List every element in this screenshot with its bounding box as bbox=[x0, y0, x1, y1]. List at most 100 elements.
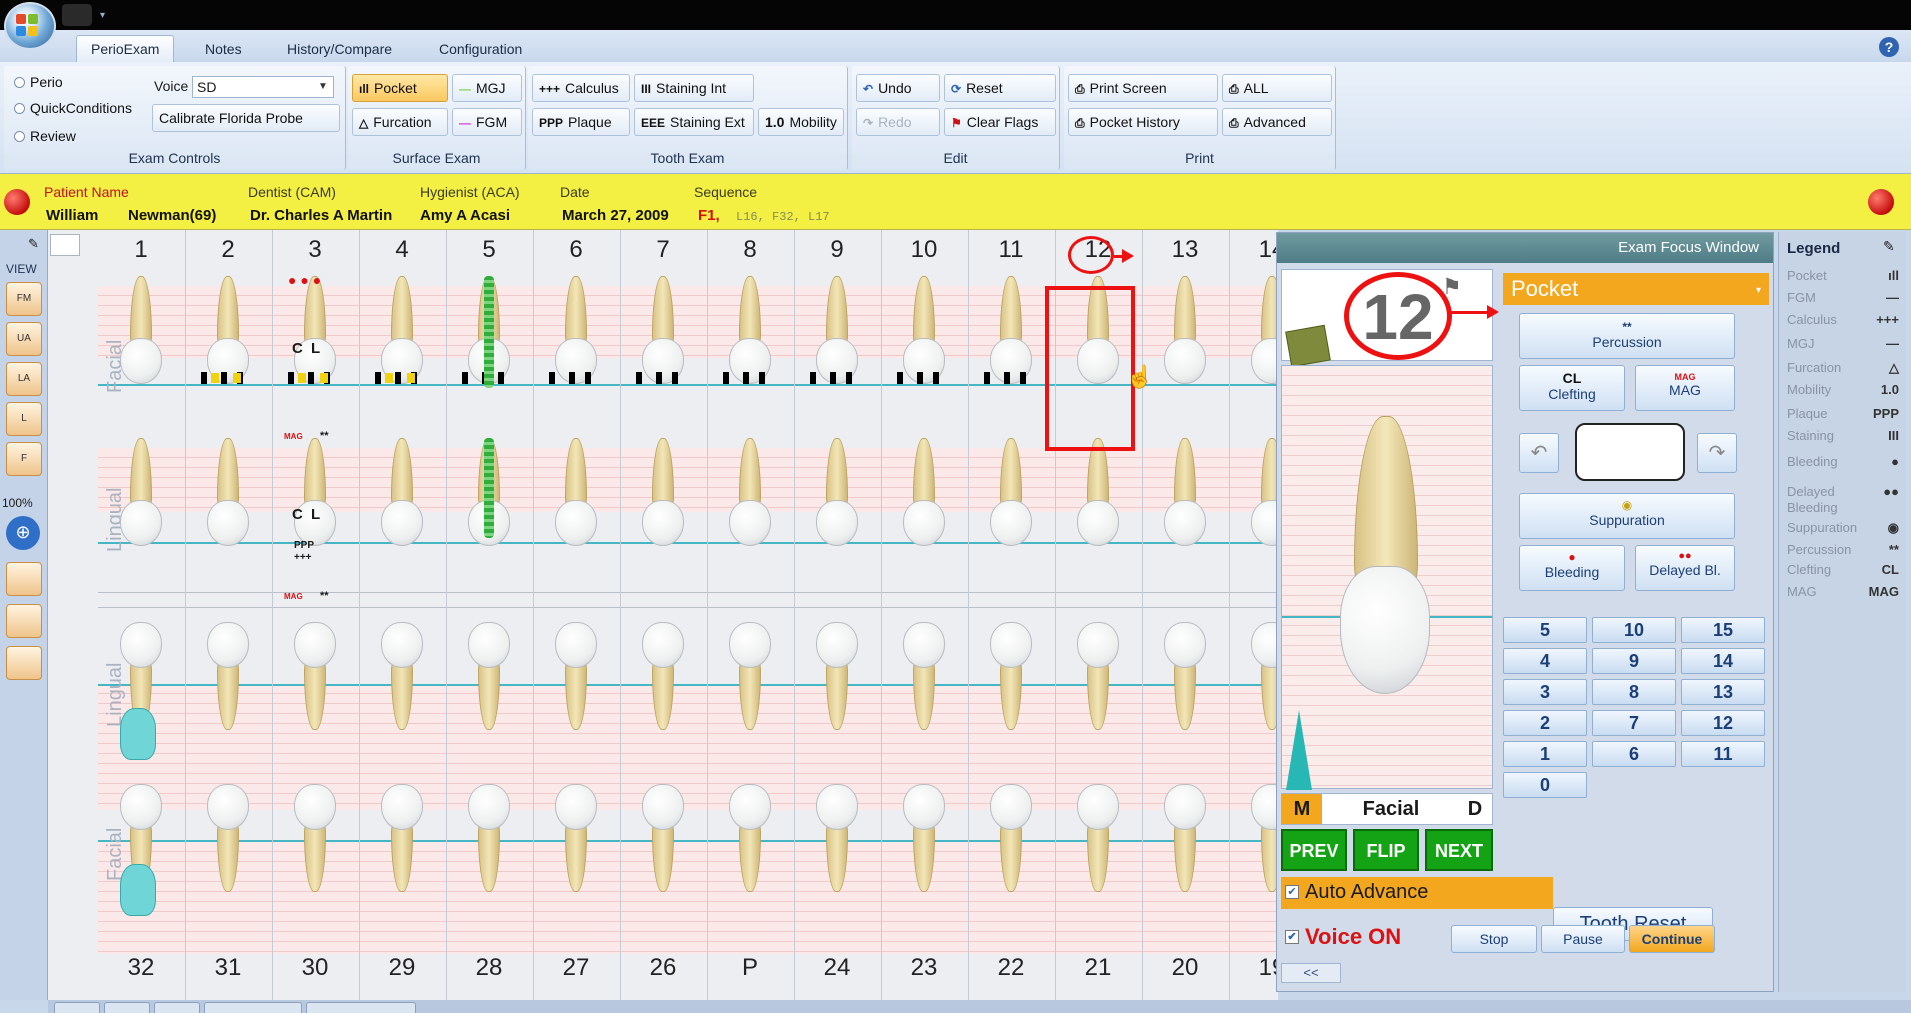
tooth-lower-facial[interactable] bbox=[466, 784, 512, 892]
keypad-number-button[interactable]: 0 bbox=[1503, 772, 1587, 798]
keypad-number-button[interactable]: 15 bbox=[1681, 617, 1765, 643]
bottom-tab[interactable] bbox=[306, 1002, 416, 1013]
lower-tooth-number[interactable]: P bbox=[715, 954, 785, 982]
view-mode-3-button[interactable] bbox=[6, 646, 42, 680]
tab-notes[interactable]: Notes bbox=[190, 35, 257, 62]
tooth-upper-lingual[interactable] bbox=[205, 438, 251, 546]
flip-button[interactable]: FLIP bbox=[1353, 829, 1419, 871]
bottom-tab[interactable] bbox=[204, 1002, 302, 1013]
mag-button[interactable]: MAG MAG bbox=[1635, 365, 1735, 411]
upper-tooth-number[interactable]: 5 bbox=[454, 236, 524, 264]
calculus-button[interactable]: +++ Calculus bbox=[532, 74, 630, 102]
staining-int-button[interactable]: III Staining Int bbox=[634, 74, 754, 102]
tooth-upper-lingual[interactable] bbox=[640, 438, 686, 546]
delayed-bleeding-button[interactable]: ●● Delayed Bl. bbox=[1635, 545, 1735, 591]
keypad-number-button[interactable]: 10 bbox=[1592, 617, 1676, 643]
distal-button[interactable]: D bbox=[1458, 794, 1492, 824]
auto-advance-checkbox[interactable]: ✔ Auto Advance bbox=[1281, 877, 1553, 909]
staining-ext-button[interactable]: EEE Staining Ext bbox=[634, 108, 754, 136]
advanced-button[interactable]: ⎙ Advanced bbox=[1222, 108, 1332, 136]
keypad-number-button[interactable]: 14 bbox=[1681, 648, 1765, 674]
tooth-lower-lingual[interactable] bbox=[205, 622, 251, 730]
tooth-upper-facial[interactable] bbox=[901, 276, 947, 384]
keypad-number-button[interactable]: 9 bbox=[1592, 648, 1676, 674]
bleeding-button[interactable]: ● Bleeding bbox=[1519, 545, 1625, 591]
tooth-upper-facial[interactable] bbox=[814, 276, 860, 384]
keypad-number-button[interactable]: 5 bbox=[1503, 617, 1587, 643]
view-l-button[interactable]: L bbox=[6, 402, 42, 436]
tooth-upper-lingual[interactable] bbox=[553, 438, 599, 546]
print-screen-button[interactable]: ⎙ Print Screen bbox=[1068, 74, 1218, 102]
lower-tooth-number[interactable]: 29 bbox=[367, 954, 437, 982]
tooth-upper-lingual[interactable] bbox=[1162, 438, 1208, 546]
tooth-lower-facial[interactable] bbox=[988, 784, 1034, 892]
lower-tooth-number[interactable]: 30 bbox=[280, 954, 350, 982]
keypad-number-button[interactable]: 11 bbox=[1681, 741, 1765, 767]
tooth-upper-lingual[interactable] bbox=[727, 438, 773, 546]
tooth-lower-facial[interactable] bbox=[1075, 784, 1121, 892]
tooth-upper-facial[interactable] bbox=[379, 276, 425, 384]
lower-tooth-number[interactable]: 26 bbox=[628, 954, 698, 982]
tooth-lower-lingual[interactable] bbox=[466, 622, 512, 730]
upper-tooth-number[interactable]: 10 bbox=[889, 236, 959, 264]
upper-tooth-number[interactable]: 9 bbox=[802, 236, 872, 264]
mobility-button[interactable]: 1.0 Mobility bbox=[758, 108, 844, 136]
app-menu-orb-icon[interactable] bbox=[4, 2, 56, 50]
chart-corner-button[interactable] bbox=[50, 234, 80, 256]
tooth-upper-facial[interactable] bbox=[118, 276, 164, 384]
tooth-lower-facial[interactable] bbox=[205, 784, 251, 892]
upper-tooth-number[interactable]: 6 bbox=[541, 236, 611, 264]
quick-access-dropdown-icon[interactable]: ▾ bbox=[100, 10, 105, 21]
bottom-tab[interactable] bbox=[154, 1002, 200, 1013]
keypad-number-button[interactable]: 12 bbox=[1681, 710, 1765, 736]
flag-icon[interactable]: ⚑ bbox=[1442, 274, 1462, 300]
mode-perio-radio[interactable]: Perio bbox=[14, 74, 63, 90]
tooth-lower-lingual[interactable] bbox=[1075, 622, 1121, 730]
redo-entry-icon[interactable]: ↷ bbox=[1697, 433, 1737, 473]
clefting-button[interactable]: CL Clefting bbox=[1519, 365, 1625, 411]
legend-pin-icon[interactable]: ✎ bbox=[1883, 238, 1895, 255]
lower-tooth-number[interactable]: 28 bbox=[454, 954, 524, 982]
tooth-upper-facial[interactable] bbox=[640, 276, 686, 384]
lower-tooth-number[interactable]: 22 bbox=[976, 954, 1046, 982]
mode-review-radio[interactable]: Review bbox=[14, 128, 76, 144]
view-f-button[interactable]: F bbox=[6, 442, 42, 476]
tooth-upper-lingual[interactable] bbox=[814, 438, 860, 546]
tooth-lower-lingual[interactable] bbox=[988, 622, 1034, 730]
tooth-lower-lingual[interactable] bbox=[814, 622, 860, 730]
mode-quickconditions-radio[interactable]: QuickConditions bbox=[14, 100, 132, 116]
voice-continue-button[interactable]: Continue bbox=[1629, 925, 1715, 953]
tooth-lower-facial[interactable] bbox=[553, 784, 599, 892]
tooth-lower-facial[interactable] bbox=[727, 784, 773, 892]
clear-flags-button[interactable]: ⚑ Clear Flags bbox=[944, 108, 1056, 136]
lower-tooth-number[interactable]: 21 bbox=[1063, 954, 1133, 982]
collapse-button[interactable]: << bbox=[1281, 963, 1341, 983]
tooth-lower-lingual[interactable] bbox=[379, 622, 425, 730]
undo-entry-icon[interactable]: ↶ bbox=[1519, 433, 1559, 473]
view-mode-1-button[interactable] bbox=[6, 562, 42, 596]
upper-tooth-number[interactable]: 2 bbox=[193, 236, 263, 264]
tooth-lower-lingual[interactable] bbox=[292, 622, 338, 730]
tooth-lower-facial[interactable] bbox=[901, 784, 947, 892]
reset-button[interactable]: ⟳ Reset bbox=[944, 74, 1056, 102]
tooth-upper-lingual[interactable] bbox=[118, 438, 164, 546]
tooth-lower-lingual[interactable] bbox=[553, 622, 599, 730]
tooth-lower-facial[interactable] bbox=[640, 784, 686, 892]
bottom-tab[interactable] bbox=[54, 1002, 100, 1013]
voice-stop-button[interactable]: Stop bbox=[1451, 925, 1537, 953]
tooth-lower-facial[interactable] bbox=[379, 784, 425, 892]
tooth-lower-lingual[interactable] bbox=[640, 622, 686, 730]
tab-configuration[interactable]: Configuration bbox=[424, 35, 537, 62]
tooth-upper-lingual[interactable] bbox=[988, 438, 1034, 546]
tooth-upper-facial[interactable] bbox=[1162, 276, 1208, 384]
lower-tooth-number[interactable]: 20 bbox=[1150, 954, 1220, 982]
quick-access-toolbar[interactable] bbox=[62, 4, 92, 26]
next-button[interactable]: NEXT bbox=[1425, 829, 1493, 871]
calibrate-probe-button[interactable]: Calibrate Florida Probe bbox=[152, 104, 340, 132]
mgj-button[interactable]: — MGJ bbox=[452, 74, 522, 102]
lower-tooth-number[interactable]: 24 bbox=[802, 954, 872, 982]
tab-perioexam[interactable]: PerioExam bbox=[76, 35, 175, 62]
upper-tooth-number[interactable]: 13 bbox=[1150, 236, 1220, 264]
keypad-number-button[interactable]: 13 bbox=[1681, 679, 1765, 705]
keypad-number-button[interactable]: 4 bbox=[1503, 648, 1587, 674]
